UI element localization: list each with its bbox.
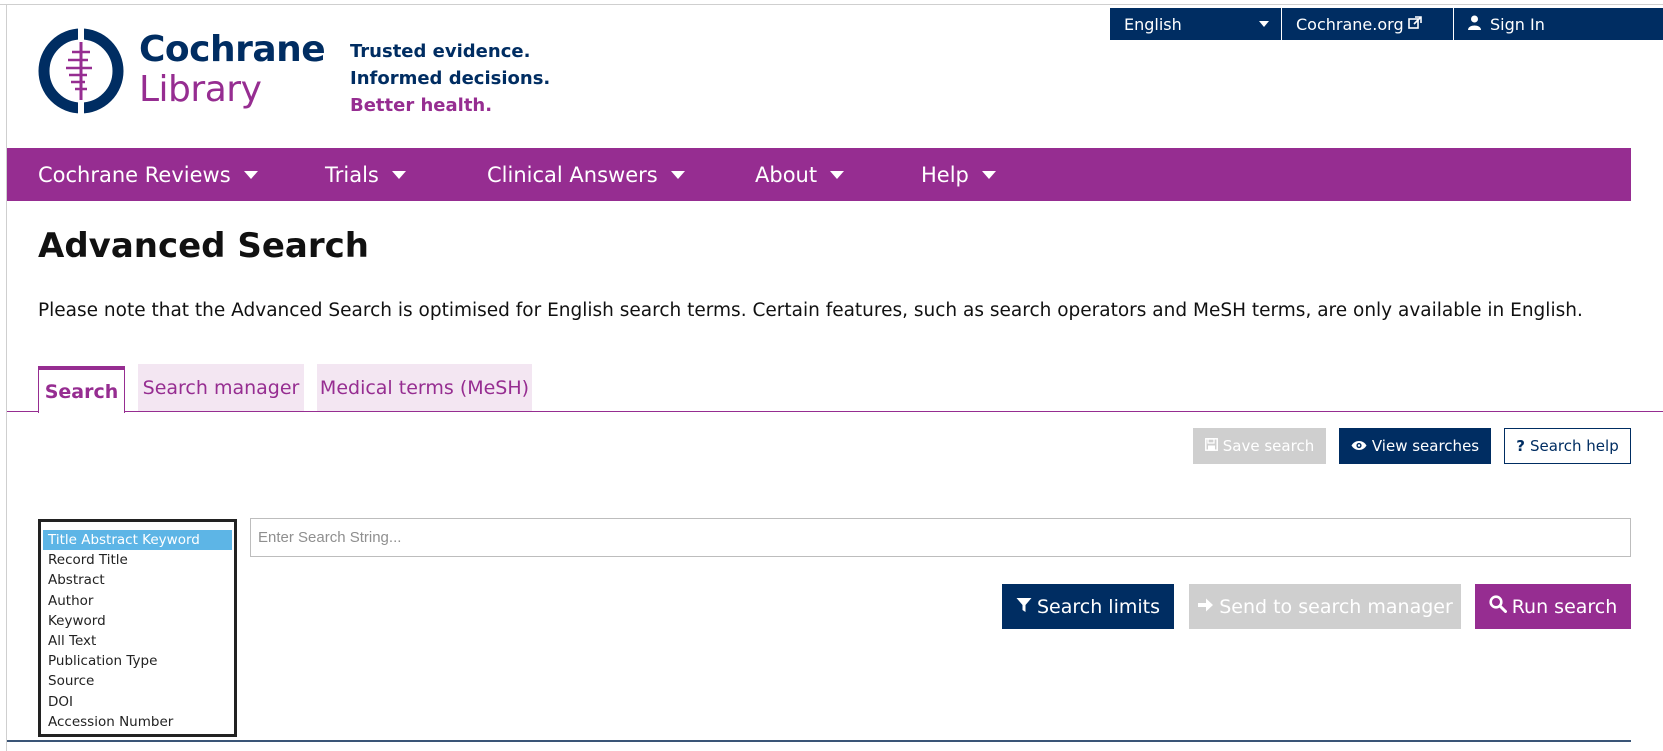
user-icon <box>1468 15 1481 34</box>
nav-item-label: Clinical Answers <box>487 162 658 187</box>
chevron-down-icon <box>243 170 258 179</box>
field-option[interactable]: Abstract <box>41 570 234 590</box>
filter-icon <box>1016 596 1032 618</box>
page-title: Advanced Search <box>38 226 369 266</box>
tab-medical-terms-mesh[interactable]: Medical terms (MeSH) <box>317 364 532 411</box>
field-option[interactable]: All Text <box>41 631 234 651</box>
nav-item-help[interactable]: Help <box>921 148 996 201</box>
tagline-line2: Informed decisions. <box>350 68 551 89</box>
search-help-button[interactable]: ? Search help <box>1504 428 1631 464</box>
chevron-down-icon <box>391 170 406 179</box>
search-help-label: Search help <box>1529 437 1619 455</box>
bottom-divider <box>7 740 1631 742</box>
nav-item-trials[interactable]: Trials <box>325 148 406 201</box>
tagline: Trusted evidence. Informed decisions. Be… <box>350 38 550 119</box>
question-mark-icon: ? <box>1516 437 1525 455</box>
tagline-line1: Trusted evidence. <box>350 41 531 62</box>
field-option[interactable]: DOI <box>41 692 234 712</box>
floppy-disk-icon <box>1204 437 1218 455</box>
save-search-button[interactable]: Save search <box>1193 428 1326 464</box>
tab-label: Search <box>44 380 119 403</box>
page-frame-top <box>0 4 1663 5</box>
search-string-input[interactable] <box>250 518 1631 557</box>
sign-in-link[interactable]: Sign In <box>1454 8 1663 40</box>
field-option[interactable]: Publication Type <box>41 651 234 671</box>
view-searches-button[interactable]: View searches <box>1339 428 1491 464</box>
chevron-down-icon <box>1259 21 1269 27</box>
brand-name-line2: Library <box>139 69 262 110</box>
chevron-down-icon <box>830 170 845 179</box>
field-option[interactable]: Source <box>41 671 234 691</box>
search-field-select[interactable]: Title Abstract Keyword Record Title Abst… <box>38 519 237 737</box>
nav-item-label: About <box>755 162 818 187</box>
nav-item-clinical-answers[interactable]: Clinical Answers <box>487 148 685 201</box>
send-to-search-manager-button[interactable]: Send to search manager <box>1189 584 1461 629</box>
send-to-search-manager-label: Send to search manager <box>1219 595 1453 618</box>
brand-name-line1: Cochrane <box>139 29 326 70</box>
tabs-divider <box>7 411 1663 412</box>
tagline-line3: Better health. <box>350 95 493 116</box>
nav-item-label: Trials <box>325 162 379 187</box>
search-icon <box>1489 595 1507 618</box>
cochrane-org-label: Cochrane.org <box>1296 14 1404 34</box>
field-option[interactable]: Record Title <box>41 550 234 570</box>
language-label: English <box>1124 14 1182 34</box>
eye-icon <box>1351 437 1367 455</box>
nav-item-about[interactable]: About <box>755 148 845 201</box>
field-option[interactable]: Accession Number <box>41 712 234 732</box>
nav-item-label: Help <box>921 162 969 187</box>
cochrane-logo-icon[interactable] <box>38 28 124 114</box>
chevron-down-icon <box>981 170 996 179</box>
page-frame-left <box>6 4 7 751</box>
cochrane-org-link[interactable]: Cochrane.org <box>1282 8 1454 40</box>
run-search-label: Run search <box>1511 595 1618 618</box>
tab-search-manager[interactable]: Search manager <box>138 364 304 411</box>
sign-in-label: Sign In <box>1490 14 1545 34</box>
language-note: Please note that the Advanced Search is … <box>38 300 1583 321</box>
field-option[interactable]: Keyword <box>41 611 234 631</box>
arrow-right-icon <box>1197 596 1214 618</box>
field-option[interactable]: Author <box>41 591 234 611</box>
field-option[interactable]: Title Abstract Keyword <box>43 530 232 551</box>
utility-bar: English Cochrane.org Sign In <box>1110 8 1663 40</box>
external-link-icon <box>1407 15 1422 34</box>
brand-name[interactable]: Cochrane Library <box>139 29 326 110</box>
main-nav: Cochrane Reviews Trials Clinical Answers… <box>7 148 1631 201</box>
language-select[interactable]: English <box>1110 8 1282 40</box>
search-limits-button[interactable]: Search limits <box>1002 584 1174 629</box>
chevron-down-icon <box>670 170 685 179</box>
nav-item-cochrane-reviews[interactable]: Cochrane Reviews <box>38 148 258 201</box>
page: English Cochrane.org Sign In Cochrane Li… <box>0 0 1663 751</box>
nav-item-label: Cochrane Reviews <box>38 162 231 187</box>
search-limits-label: Search limits <box>1036 595 1160 618</box>
run-search-button[interactable]: Run search <box>1475 584 1631 629</box>
tab-label: Medical terms (MeSH) <box>319 376 530 399</box>
tab-label: Search manager <box>142 376 300 399</box>
tab-search[interactable]: Search <box>38 366 125 413</box>
save-search-label: Save search <box>1222 437 1315 455</box>
view-searches-label: View searches <box>1371 437 1480 455</box>
